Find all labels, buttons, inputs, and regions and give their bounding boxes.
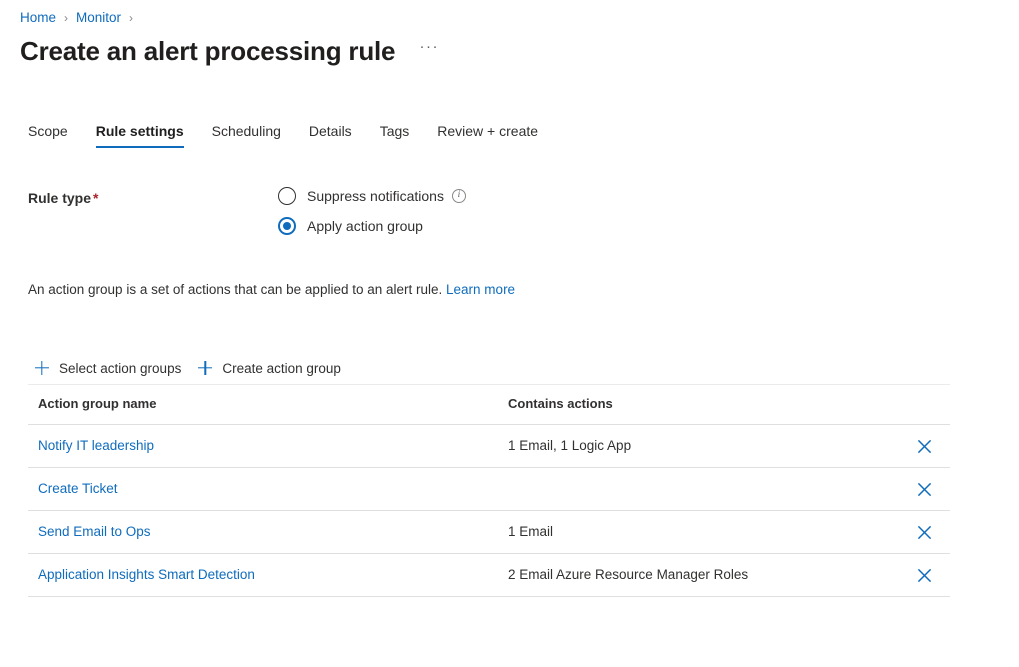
close-icon[interactable] (911, 476, 937, 502)
column-header-contains-actions: Contains actions (498, 396, 898, 425)
cell-contains-actions (498, 468, 898, 511)
radio-apply-action-group-label: Apply action group (307, 216, 423, 236)
cell-delete (898, 468, 950, 511)
cell-action-group-name: Application Insights Smart Detection (28, 554, 498, 597)
plus-icon (197, 360, 213, 376)
breadcrumb-item-home[interactable]: Home (20, 9, 56, 27)
radio-button-unchecked-icon[interactable] (278, 187, 296, 205)
cell-contains-actions: 2 Email Azure Resource Manager Roles (498, 554, 898, 597)
rule-type-field: Rule type* Suppress notifications i Appl… (28, 186, 968, 236)
learn-more-link[interactable]: Learn more (446, 282, 515, 297)
table-row: Send Email to Ops 1 Email (28, 511, 950, 554)
rule-type-label-text: Rule type (28, 190, 91, 206)
table-row: Notify IT leadership 1 Email, 1 Logic Ap… (28, 425, 950, 468)
page-title: Create an alert processing rule (20, 34, 395, 68)
action-groups-table: Action group name Contains actions Notif… (28, 396, 950, 597)
column-header-actions (898, 396, 950, 425)
action-group-link[interactable]: Send Email to Ops (38, 524, 151, 539)
action-group-description-text: An action group is a set of actions that… (28, 282, 442, 297)
close-icon[interactable] (911, 433, 937, 459)
table-row: Application Insights Smart Detection 2 E… (28, 554, 950, 597)
breadcrumb: Home › Monitor › (20, 9, 141, 27)
create-action-group-button[interactable]: Create action group (191, 352, 351, 384)
close-icon[interactable] (911, 562, 937, 588)
page-header: Create an alert processing rule ··· (20, 34, 441, 68)
column-header-action-group-name: Action group name (28, 396, 498, 425)
tab-scheduling[interactable]: Scheduling (212, 122, 281, 148)
select-action-groups-button[interactable]: Select action groups (28, 352, 191, 384)
radio-button-checked-icon[interactable] (278, 217, 296, 235)
cell-action-group-name: Notify IT leadership (28, 425, 498, 468)
cell-action-group-name: Create Ticket (28, 468, 498, 511)
action-group-description: An action group is a set of actions that… (28, 281, 515, 299)
cell-contains-actions: 1 Email (498, 511, 898, 554)
cell-delete (898, 511, 950, 554)
plus-icon (34, 360, 50, 376)
breadcrumb-separator-icon: › (64, 9, 68, 27)
table-row: Create Ticket (28, 468, 950, 511)
cell-delete (898, 425, 950, 468)
required-indicator: * (93, 190, 98, 206)
tab-review-create[interactable]: Review + create (437, 122, 538, 148)
table-header-row: Action group name Contains actions (28, 396, 950, 425)
radio-suppress-notifications[interactable]: Suppress notifications i (278, 186, 466, 206)
tab-tags[interactable]: Tags (380, 122, 410, 148)
create-action-group-label: Create action group (222, 361, 341, 376)
tab-rule-settings[interactable]: Rule settings (96, 122, 184, 148)
tab-list: Scope Rule settings Scheduling Details T… (28, 118, 538, 148)
rule-type-radio-group: Suppress notifications i Apply action gr… (278, 186, 466, 236)
info-icon[interactable]: i (452, 189, 466, 203)
cell-contains-actions: 1 Email, 1 Logic App (498, 425, 898, 468)
close-icon[interactable] (911, 519, 937, 545)
action-group-link[interactable]: Application Insights Smart Detection (38, 567, 255, 582)
radio-suppress-notifications-label: Suppress notifications (307, 186, 444, 206)
cell-delete (898, 554, 950, 597)
action-group-command-bar: Select action groups Create action group (28, 352, 950, 385)
rule-type-label: Rule type* (28, 186, 278, 208)
table-header: Action group name Contains actions (28, 396, 950, 425)
breadcrumb-item-monitor[interactable]: Monitor (76, 9, 121, 27)
breadcrumb-separator-icon: › (129, 9, 133, 27)
select-action-groups-label: Select action groups (59, 361, 181, 376)
radio-apply-action-group[interactable]: Apply action group (278, 216, 466, 236)
cell-action-group-name: Send Email to Ops (28, 511, 498, 554)
tab-details[interactable]: Details (309, 122, 352, 148)
table-body: Notify IT leadership 1 Email, 1 Logic Ap… (28, 425, 950, 597)
action-group-link[interactable]: Notify IT leadership (38, 438, 154, 453)
tab-scope[interactable]: Scope (28, 122, 68, 148)
action-group-link[interactable]: Create Ticket (38, 481, 118, 496)
more-options-icon[interactable]: ··· (417, 35, 441, 68)
